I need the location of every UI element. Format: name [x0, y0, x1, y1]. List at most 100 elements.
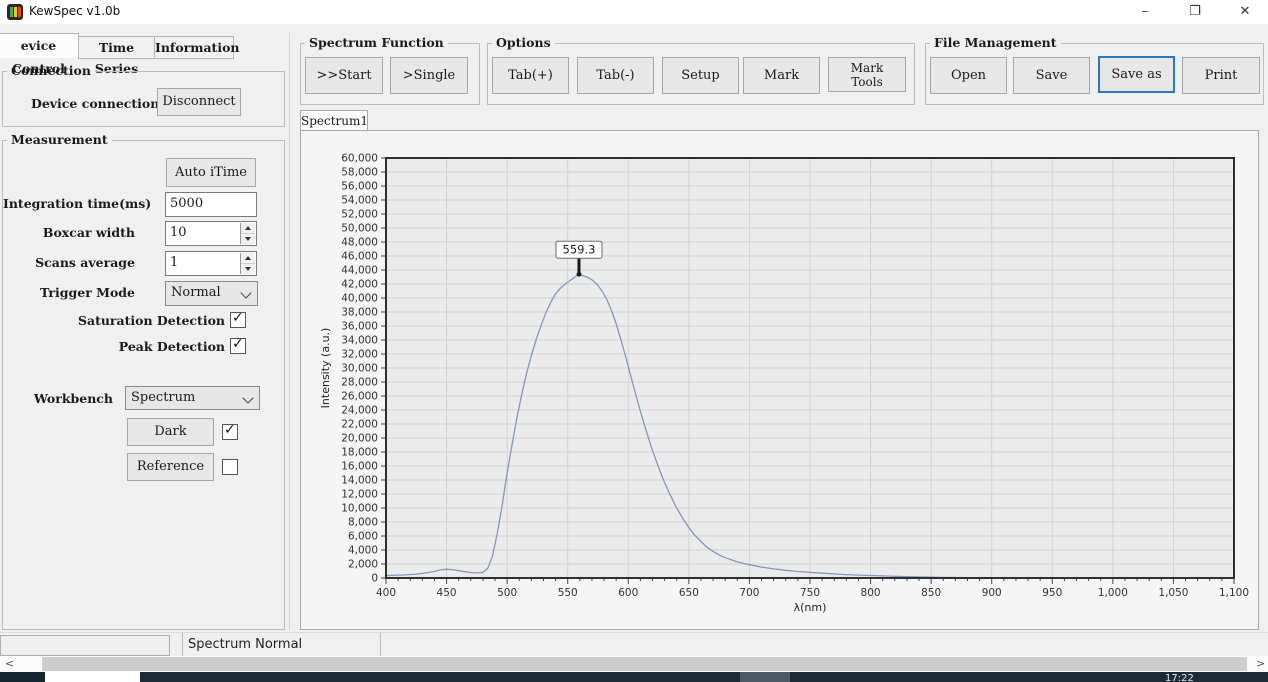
svg-text:600: 600: [618, 587, 638, 599]
dark-button[interactable]: Dark: [127, 418, 214, 446]
saturation-detection-checkbox[interactable]: [230, 312, 246, 328]
x-axis-label: λ(nm): [794, 601, 827, 614]
reference-button[interactable]: Reference: [127, 453, 214, 481]
save-as-button[interactable]: Save as: [1098, 56, 1175, 93]
svg-text:14,000: 14,000: [341, 475, 378, 487]
svg-text:38,000: 38,000: [341, 307, 378, 319]
svg-text:550: 550: [558, 587, 578, 599]
svg-text:4,000: 4,000: [348, 545, 378, 557]
spin-up-icon[interactable]: [241, 223, 255, 234]
svg-text:10,000: 10,000: [341, 503, 378, 515]
window-title: KewSpec v1.0b: [29, 4, 120, 18]
integration-time-input[interactable]: 5000: [165, 192, 257, 217]
minimize-button[interactable]: –: [1122, 0, 1168, 24]
spin-down-icon[interactable]: [241, 234, 255, 244]
svg-text:56,000: 56,000: [341, 181, 378, 193]
scrollbar-thumb[interactable]: [42, 657, 1247, 671]
tab-time-series[interactable]: Time Series: [78, 36, 155, 59]
taskbar-strip: [140, 672, 1268, 682]
svg-text:12,000: 12,000: [341, 489, 378, 501]
spin-up-icon[interactable]: [241, 253, 255, 264]
trigger-mode-value: Normal: [171, 285, 221, 300]
single-button[interactable]: >Single: [390, 57, 468, 94]
svg-text:400: 400: [376, 587, 396, 599]
workbench-select[interactable]: Spectrum: [125, 386, 260, 410]
svg-text:54,000: 54,000: [341, 195, 378, 207]
svg-text:24,000: 24,000: [341, 405, 378, 417]
svg-text:46,000: 46,000: [341, 251, 378, 263]
status-separator: [380, 633, 381, 657]
tab-device-control[interactable]: evice Control: [0, 33, 79, 58]
progress-bar: [0, 635, 170, 656]
integration-time-label: Integration time(ms): [3, 196, 135, 211]
tab-minus-button[interactable]: Tab(-): [577, 57, 654, 94]
trigger-mode-select[interactable]: Normal: [165, 281, 258, 306]
close-button[interactable]: ✕: [1222, 0, 1268, 24]
save-button[interactable]: Save: [1013, 57, 1090, 94]
svg-text:900: 900: [982, 587, 1002, 599]
chevron-down-icon: [242, 392, 253, 403]
tab-information[interactable]: Information: [154, 36, 234, 59]
mark-tools-button[interactable]: Mark Tools: [828, 57, 906, 92]
svg-text:44,000: 44,000: [341, 265, 378, 277]
scroll-left-icon[interactable]: <: [5, 657, 14, 671]
options-group: Options Tab(+) Tab(-) Setup Mark Mark To…: [487, 43, 915, 105]
title-bar: KewSpec v1.0b – ❐ ✕: [0, 0, 1268, 24]
peak-detection-label: Peak Detection: [3, 339, 225, 354]
auto-itime-button[interactable]: Auto iTime: [166, 158, 256, 187]
spectrum-plot: 4004505005506006507007508008509009501,00…: [301, 131, 1258, 629]
tab-spectrum1[interactable]: Spectrum1: [300, 110, 368, 132]
peak-detection-checkbox[interactable]: [230, 338, 246, 354]
disconnect-button[interactable]: Disconnect: [157, 88, 241, 116]
horizontal-scrollbar[interactable]: < >: [0, 656, 1268, 672]
peak-marker-dot: [577, 272, 582, 277]
setup-button[interactable]: Setup: [662, 57, 739, 94]
svg-text:60,000: 60,000: [341, 153, 378, 165]
svg-text:1,050: 1,050: [1158, 587, 1188, 599]
app-icon: [7, 4, 23, 20]
status-bar: Spectrum Normal: [0, 632, 1268, 657]
svg-text:8,000: 8,000: [348, 517, 378, 529]
svg-text:30,000: 30,000: [341, 363, 378, 375]
svg-text:34,000: 34,000: [341, 335, 378, 347]
peak-annotation-label: 559.3: [563, 243, 596, 257]
svg-text:850: 850: [921, 587, 941, 599]
spin-down-icon[interactable]: [241, 264, 255, 274]
restore-button[interactable]: ❐: [1172, 0, 1218, 24]
svg-text:800: 800: [861, 587, 881, 599]
boxcar-width-input[interactable]: 10: [165, 221, 257, 246]
measurement-group: Measurement Auto iTime Integration time(…: [2, 140, 285, 630]
file-management-title: File Management: [930, 35, 1061, 51]
svg-text:1,100: 1,100: [1219, 587, 1249, 599]
svg-text:20,000: 20,000: [341, 433, 378, 445]
scroll-right-icon[interactable]: >: [1256, 657, 1265, 671]
boxcar-width-label: Boxcar width: [3, 225, 135, 240]
svg-text:40,000: 40,000: [341, 293, 378, 305]
dark-checkbox[interactable]: [222, 424, 238, 440]
svg-text:22,000: 22,000: [341, 419, 378, 431]
app-icon-stripe-yellow: [14, 7, 17, 17]
open-button[interactable]: Open: [930, 57, 1007, 94]
print-button[interactable]: Print: [1182, 57, 1260, 94]
taskbar-clock: 17:22: [1165, 673, 1194, 682]
svg-text:26,000: 26,000: [341, 391, 378, 403]
status-message: Spectrum Normal: [188, 637, 302, 652]
svg-text:42,000: 42,000: [341, 279, 378, 291]
mark-button[interactable]: Mark: [743, 57, 820, 94]
workbench-value: Spectrum: [131, 390, 195, 405]
taskbar: 17:22: [0, 672, 1268, 682]
scans-average-input[interactable]: 1: [165, 251, 257, 276]
taskbar-app-button[interactable]: [740, 672, 790, 682]
taskbar-start-button[interactable]: [0, 672, 45, 682]
svg-text:6,000: 6,000: [348, 531, 378, 543]
boxcar-width-value: 10: [170, 225, 187, 240]
svg-text:950: 950: [1042, 587, 1062, 599]
svg-text:450: 450: [437, 587, 457, 599]
start-button[interactable]: >>Start: [305, 57, 383, 94]
app-icon-stripe-red: [18, 7, 21, 17]
tab-plus-button[interactable]: Tab(+): [492, 57, 569, 94]
panel-divider: [289, 33, 290, 630]
y-axis-label: Intensity (a.u.): [319, 328, 332, 409]
scans-average-label: Scans average: [3, 255, 135, 270]
reference-checkbox[interactable]: [222, 459, 238, 475]
